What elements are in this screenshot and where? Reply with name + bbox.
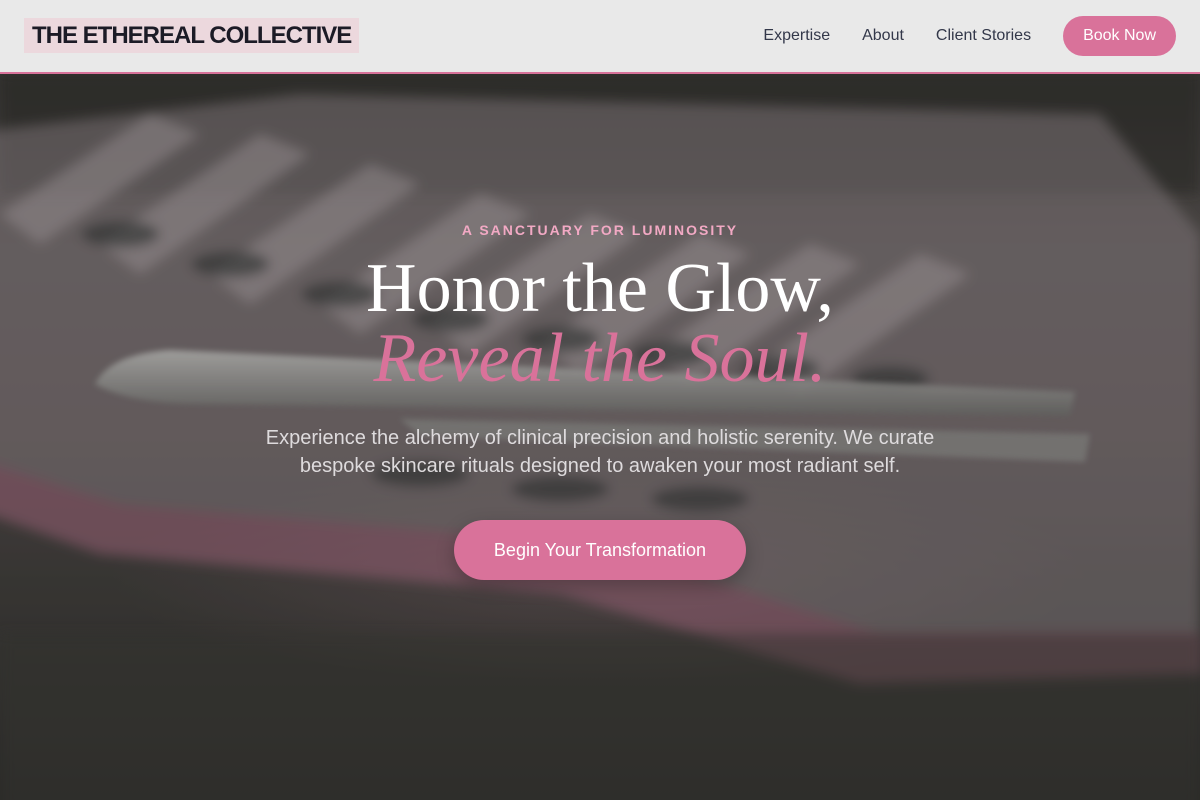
main-nav: Expertise About Client Stories Book Now	[763, 16, 1176, 56]
hero-subtext: Experience the alchemy of clinical preci…	[265, 427, 935, 477]
hero-headline-line1: Honor the Glow,	[366, 250, 834, 327]
hero-eyebrow: A SANCTUARY FOR LUMINOSITY	[461, 222, 739, 238]
hero-headline: Honor the Glow, Reveal the Soul.	[0, 254, 1200, 394]
book-now-button[interactable]: Book Now	[1063, 16, 1176, 56]
begin-transformation-button[interactable]: Begin Your Transformation	[454, 520, 746, 580]
site-header: THE ETHEREAL COLLECTIVE Expertise About …	[0, 0, 1200, 74]
hero-headline-line2: Reveal the Soul.	[373, 320, 827, 397]
nav-link-about[interactable]: About	[862, 27, 904, 45]
hero-section: A SANCTUARY FOR LUMINOSITY Honor the Glo…	[0, 74, 1200, 800]
nav-link-expertise[interactable]: Expertise	[763, 27, 830, 45]
brand-logo[interactable]: THE ETHEREAL COLLECTIVE	[24, 18, 360, 53]
nav-link-client-stories[interactable]: Client Stories	[936, 27, 1031, 45]
